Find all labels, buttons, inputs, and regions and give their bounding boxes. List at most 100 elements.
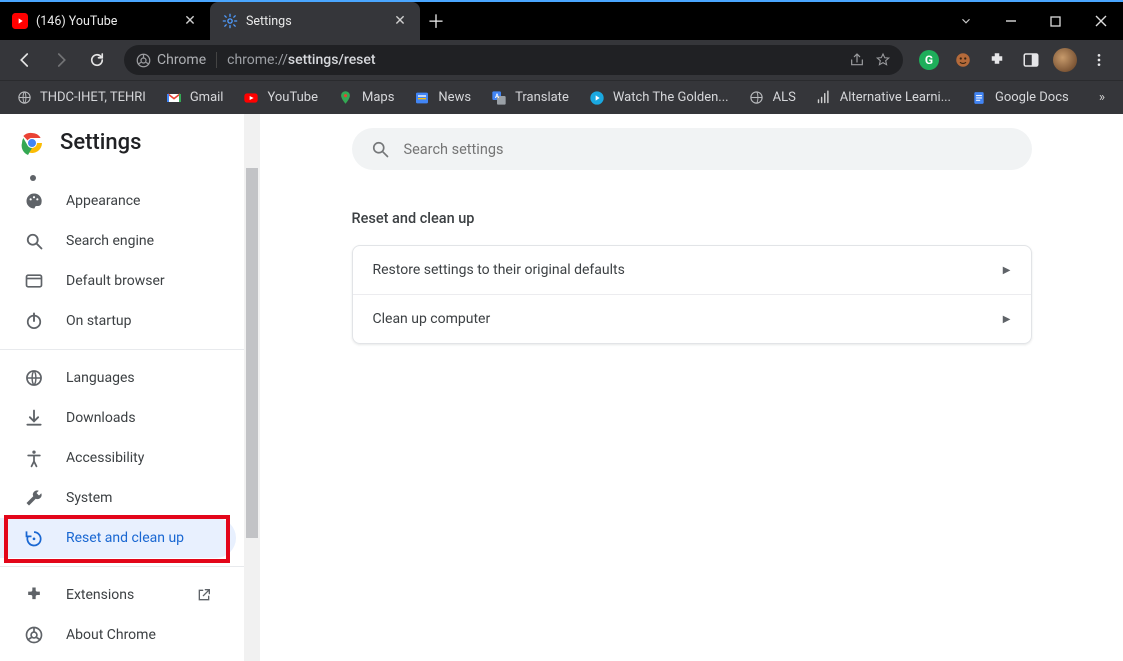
gmail-icon (166, 90, 182, 106)
sidebar-scrollbar[interactable] (244, 114, 260, 661)
search-icon (370, 139, 390, 159)
side-panel-icon[interactable] (1015, 44, 1047, 76)
settings-brand: Settings (0, 114, 244, 163)
globe-icon (24, 368, 44, 388)
extensions-button[interactable] (981, 44, 1013, 76)
maps-icon (338, 90, 354, 106)
section-title: Reset and clean up (352, 210, 1032, 227)
address-bar[interactable]: Chrome chrome://settings/reset (124, 45, 903, 75)
window-titlebar: (146) YouTube ✕ Settings ✕ ＋ (0, 0, 1123, 40)
window-controls (943, 2, 1123, 40)
wrench-icon (24, 488, 44, 508)
sidebar-item-extensions[interactable]: Extensions (0, 575, 236, 615)
chevron-right-icon: ▶ (1003, 265, 1011, 276)
chrome-icon (24, 625, 44, 645)
bookmark-alt-learning[interactable]: Alternative Learni... (808, 86, 959, 110)
settings-card: Restore settings to their original defau… (352, 245, 1032, 344)
new-tab-button[interactable]: ＋ (420, 2, 452, 40)
translate-icon: A (491, 90, 507, 106)
grammarly-icon[interactable]: G (913, 44, 945, 76)
site-chip-label: Chrome (157, 52, 206, 68)
bookmark-maps[interactable]: Maps (330, 86, 402, 110)
sidebar-item-accessibility[interactable]: Accessibility (0, 438, 236, 478)
chrome-icon (136, 53, 151, 68)
globe-icon (16, 90, 32, 106)
main-panel: Reset and clean up Restore settings to t… (260, 114, 1123, 661)
back-button[interactable] (8, 44, 42, 76)
bookmark-als[interactable]: ALS (741, 86, 804, 110)
browser-toolbar: Chrome chrome://settings/reset G (0, 40, 1123, 80)
extension-icon[interactable] (947, 44, 979, 76)
restore-icon (24, 528, 44, 548)
bookmark-gmail[interactable]: Gmail (158, 86, 232, 110)
maximize-button[interactable] (1033, 2, 1078, 40)
palette-icon (24, 191, 44, 211)
open-external-icon (196, 587, 212, 603)
sidebar-item-appearance[interactable]: Appearance (0, 181, 236, 221)
browser-icon (24, 271, 44, 291)
globe-icon (749, 90, 765, 106)
reload-button[interactable] (80, 44, 114, 76)
sidebar-item-reset[interactable]: Reset and clean up (0, 518, 236, 558)
url-text: chrome://settings/reset (227, 52, 839, 68)
divider (0, 349, 244, 350)
docs-icon (971, 90, 987, 106)
sidebar-item-search-engine[interactable]: Search engine (0, 221, 236, 261)
tab-title: Settings (246, 14, 384, 29)
bookmark-thdc[interactable]: THDC-IHET, TEHRI (8, 86, 154, 110)
search-settings[interactable] (352, 128, 1032, 170)
divider (0, 566, 244, 567)
settings-nav: Appearance Search engine Default browser… (0, 163, 244, 661)
sidebar-item-on-startup[interactable]: On startup (0, 301, 236, 341)
sidebar-item-downloads[interactable]: Downloads (0, 398, 236, 438)
row-cleanup-computer[interactable]: Clean up computer ▶ (353, 294, 1031, 343)
forward-button[interactable] (44, 44, 78, 76)
sidebar-item-partial[interactable] (0, 167, 244, 181)
power-icon (24, 311, 44, 331)
close-icon[interactable]: ✕ (182, 13, 198, 29)
chevron-down-icon[interactable] (943, 2, 988, 40)
sidebar-item-system[interactable]: System (0, 478, 236, 518)
gear-icon (222, 13, 238, 29)
sidebar-item-default-browser[interactable]: Default browser (0, 261, 236, 301)
bookmarks-bar: THDC-IHET, TEHRI Gmail YouTube Maps News… (0, 80, 1123, 114)
news-icon (414, 90, 430, 106)
window-close-button[interactable] (1078, 2, 1123, 40)
page-title: Settings (60, 130, 141, 155)
row-restore-defaults[interactable]: Restore settings to their original defau… (353, 246, 1031, 294)
menu-button[interactable] (1083, 44, 1115, 76)
chrome-icon (20, 131, 44, 155)
play-icon (589, 90, 605, 106)
search-icon (24, 231, 44, 251)
accessibility-icon (24, 448, 44, 468)
share-icon[interactable] (849, 52, 865, 68)
bookmark-news[interactable]: News (406, 86, 479, 110)
toolbar-right: G (913, 44, 1115, 76)
close-icon[interactable]: ✕ (392, 13, 408, 29)
bookmark-star-icon[interactable] (875, 52, 891, 68)
section-reset: Reset and clean up Restore settings to t… (352, 210, 1032, 344)
page-content: Settings Appearance Search engine Defaul… (0, 114, 1123, 661)
scrollbar-thumb[interactable] (246, 168, 258, 538)
shield-icon (24, 169, 42, 181)
profile-avatar[interactable] (1049, 44, 1081, 76)
sidebar-item-languages[interactable]: Languages (0, 358, 236, 398)
tab-settings[interactable]: Settings ✕ (210, 2, 420, 40)
bookmark-translate[interactable]: ATranslate (483, 86, 577, 110)
minimize-button[interactable] (988, 2, 1033, 40)
bookmarks-overflow[interactable]: » (1089, 90, 1115, 105)
bookmark-youtube[interactable]: YouTube (235, 86, 326, 110)
extension-icon (24, 585, 44, 605)
search-input[interactable] (404, 141, 1014, 158)
youtube-icon (243, 90, 259, 106)
sidebar: Settings Appearance Search engine Defaul… (0, 114, 244, 661)
separator (216, 52, 217, 68)
bookmark-docs[interactable]: Google Docs (963, 86, 1077, 110)
tab-strip: (146) YouTube ✕ Settings ✕ ＋ (0, 2, 943, 40)
tab-youtube[interactable]: (146) YouTube ✕ (0, 2, 210, 40)
bookmark-watch[interactable]: Watch The Golden... (581, 86, 737, 110)
site-chip: Chrome (136, 52, 206, 68)
tab-title: (146) YouTube (36, 14, 174, 29)
youtube-icon (12, 13, 28, 29)
sidebar-item-about[interactable]: About Chrome (0, 615, 236, 655)
